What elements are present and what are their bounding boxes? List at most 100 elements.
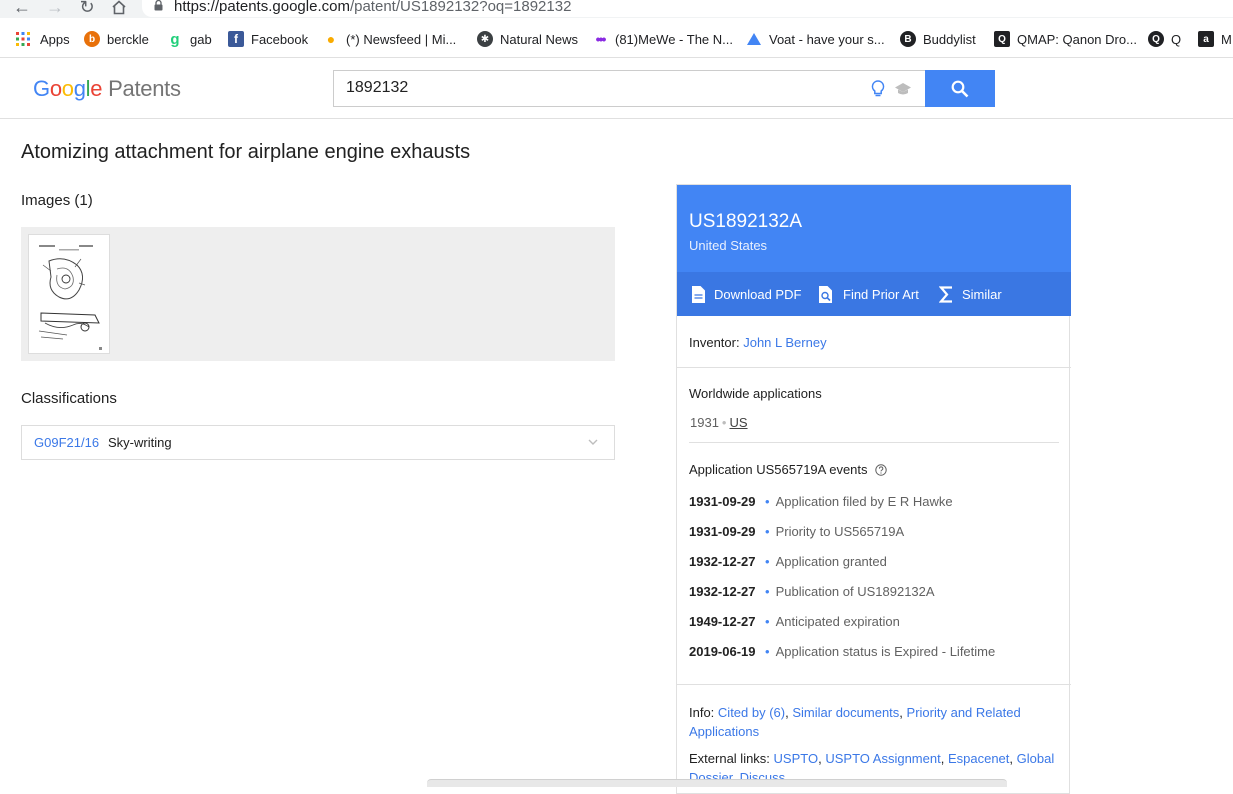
mewe-icon: ••• (595, 31, 607, 47)
bookmark-apps[interactable]: Apps (15, 26, 70, 52)
q-icon: Q (1148, 31, 1164, 47)
card-header: US1892132A United States (677, 185, 1071, 272)
event-date: 1949-12-27 (689, 614, 756, 629)
bookmark-amazon[interactable]: a M (1198, 26, 1232, 52)
bookmark-berckle[interactable]: b berckle (84, 26, 149, 52)
qmap-icon: Q (994, 31, 1010, 47)
patent-page: Atomizing attachment for airplane engine… (0, 119, 1233, 794)
events-heading: Application US565719A events (689, 462, 887, 477)
home-icon[interactable] (108, 0, 130, 18)
bookmark-buddylist[interactable]: B Buddylist (900, 26, 976, 52)
amazon-icon: a (1198, 31, 1214, 47)
pdf-file-icon (692, 285, 705, 303)
publication-number: US1892132A (689, 211, 803, 232)
logo-google: Google (33, 76, 103, 101)
ww-country-link[interactable]: US (729, 415, 747, 430)
external-links-label: External links: (689, 751, 770, 766)
info-links: Info: Cited by (6), Similar documents, P… (689, 705, 1021, 739)
bookmark-label: M (1221, 31, 1232, 47)
bookmark-facebook[interactable]: f Facebook (228, 26, 308, 52)
search-button[interactable] (925, 70, 995, 107)
similar-documents-link[interactable]: Similar documents (792, 705, 899, 720)
find-prior-art-button[interactable]: Find Prior Art (818, 272, 919, 316)
sigma-icon (939, 285, 952, 303)
worldwide-application-row: 1931 • US (690, 415, 748, 430)
bookmark-label: berckle (107, 31, 149, 47)
page-title: Atomizing attachment for airplane engine… (21, 141, 471, 163)
inventor-row: Inventor: John L Berney (689, 335, 827, 350)
help-icon[interactable] (874, 463, 887, 476)
bookmarks-bar: Apps b berckle g gab f Facebook ● (*) Ne… (0, 26, 1233, 52)
reload-icon[interactable]: ↻ (76, 0, 98, 18)
event-row: 1931-09-29 • Priority to US565719A (689, 524, 905, 539)
bookmark-label: Buddylist (923, 31, 976, 47)
patent-drawing-thumbnail[interactable] (28, 234, 110, 354)
patent-drawing-image (38, 245, 102, 350)
uspto-link[interactable]: USPTO (774, 751, 819, 766)
event-date: 1931-09-29 (689, 494, 756, 509)
bookmark-label: Q (1171, 31, 1182, 47)
browser-chrome: ← → ↻ https://patents.google.com/patent/… (0, 0, 1233, 58)
search-box[interactable] (333, 70, 925, 107)
bookmark-natural-news[interactable]: ✱ Natural News (477, 26, 578, 52)
browser-navbar: ← → ↻ https://patents.google.com/patent/… (0, 0, 1233, 18)
bookmark-label: Facebook (251, 31, 309, 47)
info-label: Info: (689, 705, 715, 720)
espacenet-link[interactable]: Espacenet (948, 751, 1009, 766)
search-icon (951, 80, 969, 97)
bookmark-mewe[interactable]: ••• (81)MeWe - The N... (592, 26, 733, 52)
back-arrow-icon[interactable]: ← (11, 0, 33, 18)
bookmark-newsfeed[interactable]: ● (*) Newsfeed | Mi... (323, 26, 457, 52)
patent-info-card: US1892132A United States Download PDF Fi… (676, 184, 1071, 794)
uspto-assignment-link[interactable]: USPTO Assignment (825, 751, 940, 766)
country: United States (689, 238, 768, 253)
apps-grid-icon (16, 32, 30, 46)
bookmark-label: QMAP: Qanon Dro... (1017, 31, 1137, 47)
scholar-cap-icon[interactable] (894, 81, 912, 97)
google-patents-logo[interactable]: Google Patents (33, 76, 181, 102)
bookmark-qmap[interactable]: Q QMAP: Qanon Dro... (994, 26, 1137, 52)
logo-patents: Patents (108, 76, 181, 101)
cited-by-link[interactable]: Cited by (6) (718, 705, 785, 720)
classification-row[interactable]: G09F21/16 Sky-writing (21, 425, 615, 460)
lightbulb-icon[interactable] (871, 80, 885, 98)
classification-description: Sky-writing (108, 435, 172, 450)
prior-art-search-icon (819, 285, 832, 303)
event-row: 2019-06-19 • Application status is Expired… (689, 644, 996, 659)
bookmark-label: Natural News (500, 31, 579, 47)
lightbulb-icon: ● (326, 31, 336, 47)
bookmark-q[interactable]: Q Q (1148, 26, 1181, 52)
divider (677, 367, 1071, 368)
images-heading: Images (1) (21, 192, 93, 209)
bookmark-gab[interactable]: g gab (167, 26, 212, 52)
find-prior-art-label: Find Prior Art (843, 286, 919, 302)
event-date: 1932-12-27 (689, 554, 756, 569)
event-text: Application filed by E R Hawke (775, 494, 953, 509)
event-text: Priority to US565719A (775, 524, 905, 539)
divider (689, 442, 1059, 443)
event-date: 1931-09-29 (689, 524, 756, 539)
event-text: Application granted (775, 554, 887, 569)
event-text: Application status is Expired - Lifetime (775, 644, 996, 659)
forward-arrow-icon[interactable]: → (44, 0, 66, 18)
chevron-down-icon[interactable] (588, 439, 598, 446)
event-text: Publication of US1892132A (775, 584, 935, 599)
inventor-link[interactable]: John L Berney (743, 335, 826, 350)
buddylist-icon: B (900, 31, 916, 47)
event-row: 1949-12-27 • Anticipated expiration (689, 614, 900, 629)
classification-code-link[interactable]: G09F21/16 (34, 435, 99, 450)
inventor-label: Inventor: (689, 335, 740, 350)
event-date: 1932-12-27 (689, 584, 756, 599)
images-panel (21, 227, 615, 361)
similar-button[interactable]: Similar (939, 272, 1002, 316)
similar-label: Similar (962, 286, 1002, 302)
event-row: 1931-09-29 • Application filed by E R Hawk… (689, 494, 953, 509)
bookmark-voat[interactable]: Voat - have your s... (746, 26, 885, 52)
bookmark-label: gab (190, 31, 212, 47)
download-pdf-button[interactable]: Download PDF (691, 272, 801, 316)
patents-header: Google Patents (0, 58, 1233, 119)
bookmark-label: Voat - have your s... (769, 31, 885, 47)
search-input[interactable] (346, 79, 846, 97)
address-bar[interactable]: https://patents.google.com/patent/US1892… (142, 0, 1233, 17)
gab-icon: g (170, 30, 180, 48)
